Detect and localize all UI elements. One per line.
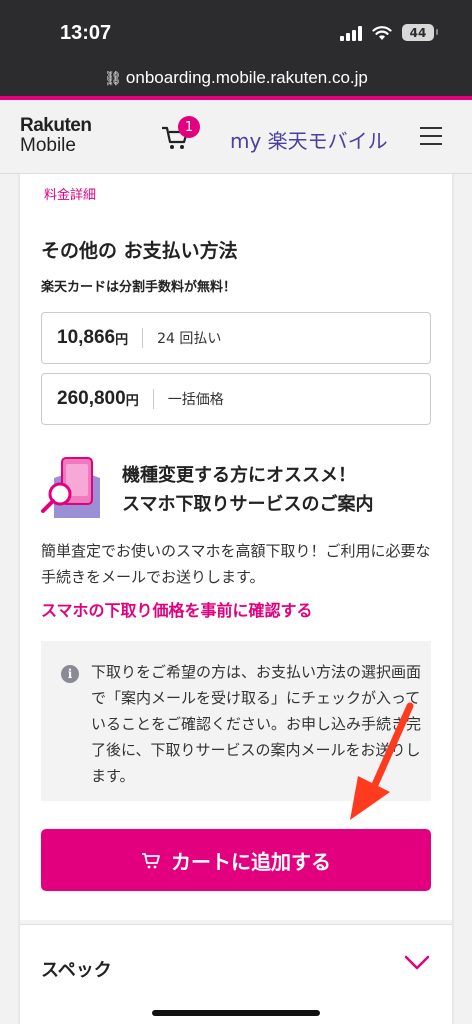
payment-title: その他の お支払い方法	[41, 240, 238, 262]
home-indicator	[152, 1010, 320, 1016]
cart-count-badge: 1	[178, 116, 200, 138]
info-icon: i	[61, 665, 79, 683]
battery-indicator: 44	[402, 24, 438, 41]
my-rakuten-mobile-link[interactable]: my 楽天モバイル	[230, 125, 388, 154]
phone-tradein-icon	[41, 457, 100, 518]
rakuten-mobile-logo[interactable]: Rakuten Mobile	[20, 116, 92, 156]
option-unit: 円	[115, 332, 129, 348]
status-time: 13:07	[60, 22, 112, 44]
option-amount: 260,800	[57, 388, 126, 409]
option-unit: 円	[125, 393, 139, 409]
spec-accordion[interactable]: スペック	[20, 924, 452, 1024]
tradein-description: 簡単査定でお使いのスマホを高額下取り！ご利用に必要な手続きをメールでお送りします…	[41, 542, 431, 586]
spec-label: スペック	[41, 960, 112, 981]
option-desc: 24 回払い	[157, 331, 222, 347]
tradein-title: 機種変更する方にオススメ！ スマホ下取りサービスのご案内	[122, 465, 374, 515]
payment-subtitle: 楽天カードは分割手数料が無料！	[41, 280, 237, 295]
annotation-arrow-icon	[350, 702, 414, 820]
option-desc: 一括価格	[167, 392, 224, 408]
price-detail-link[interactable]: 料金詳細	[44, 184, 96, 203]
url-text: onboarding.mobile.rakuten.co.jp	[125, 68, 368, 87]
site-header: Rakuten Mobile 1 my 楽天モバイル	[0, 100, 472, 174]
payment-option-lump-sum[interactable]: 260,800 円 一括価格	[41, 373, 431, 425]
option-amount: 10,866	[57, 327, 116, 348]
add-to-cart-button[interactable]: カートに追加する	[41, 829, 431, 891]
add-to-cart-label: カートに追加する	[171, 849, 331, 874]
link-icon: ⛓	[104, 70, 122, 86]
cart-icon	[142, 853, 160, 869]
wifi-icon	[372, 25, 392, 40]
url-bar[interactable]: ⛓ onboarding.mobile.rakuten.co.jp	[0, 68, 472, 88]
signal-icon	[340, 25, 362, 41]
payment-option-installment[interactable]: 10,866 円 24 回払い	[41, 312, 431, 364]
tradein-price-check-link[interactable]: スマホの下取り価格を事前に確認する	[41, 597, 313, 621]
chevron-down-icon	[404, 955, 430, 970]
menu-icon[interactable]	[420, 127, 442, 145]
status-icons: 44	[340, 24, 438, 41]
